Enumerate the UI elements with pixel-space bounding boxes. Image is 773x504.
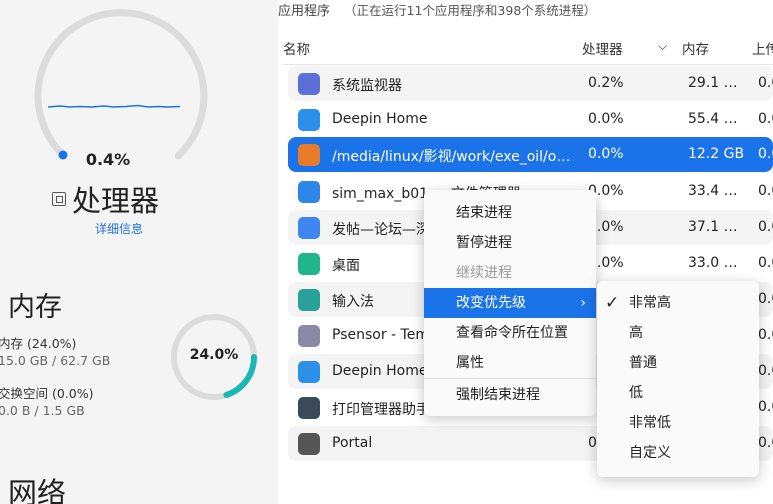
table-row[interactable]: Deepin Home 0.0% 55.4 … 0.0 xyxy=(288,102,773,137)
app-icon xyxy=(298,144,320,166)
process-upload: 0.0 xyxy=(758,219,773,235)
priority-very-low[interactable]: 非常低 xyxy=(597,408,759,438)
chevron-right-icon: › xyxy=(580,295,586,311)
priority-very-high-label: 非常高 xyxy=(629,295,671,311)
thermometer-icon xyxy=(298,325,320,347)
process-upload: 0.0 xyxy=(758,399,773,415)
process-upload: 0.0 xyxy=(758,255,773,271)
cpu-gauge xyxy=(34,9,257,400)
priority-very-high[interactable]: ✓ 非常高 xyxy=(597,288,759,318)
process-upload: 0.0 xyxy=(758,291,773,307)
process-name: /media/linux/影视/work/exe_oil/o… xyxy=(332,149,571,165)
checkmark-icon: ✓ xyxy=(605,293,620,313)
cpu-title-label: 处理器 xyxy=(72,184,160,218)
table-row[interactable]: /media/linux/影视/work/exe_oil/o… 0.0% 12.2 … xyxy=(288,137,773,172)
process-upload: 0.0 xyxy=(758,75,773,91)
process-upload: 0.0 xyxy=(758,146,773,162)
cpu-gauge-track xyxy=(34,9,208,160)
overview-panel: 0.4% 处理器 详细信息 内存 内存 (24.0%) 15.0 GB / 62… xyxy=(0,0,278,504)
process-memory: 37.1 … xyxy=(688,219,738,235)
process-cpu: 0.0% xyxy=(588,146,624,162)
cpu-percent: 0.4% xyxy=(85,150,131,169)
process-name: Portal xyxy=(332,435,373,451)
process-upload: 0.0 xyxy=(758,183,773,199)
process-memory: 29.1 … xyxy=(688,75,738,91)
process-header-title: 应用程序 xyxy=(278,4,331,19)
cpu-usage-line xyxy=(47,104,181,108)
input-method-icon xyxy=(298,289,320,311)
memory-label: 内存 (24.0%) xyxy=(0,336,77,351)
menu-item-pause-process[interactable]: 暂停进程 xyxy=(424,228,596,258)
file-manager-icon xyxy=(298,181,320,203)
process-memory: 12.2 GB xyxy=(688,146,745,162)
deepin-home-icon xyxy=(298,361,320,383)
menu-item-properties[interactable]: 属性 xyxy=(424,348,596,378)
monitor-icon xyxy=(298,73,320,95)
sort-chevron-icon[interactable]: ⌵ xyxy=(658,39,667,54)
cpu-chip-icon xyxy=(52,192,66,206)
process-memory: 33.0 … xyxy=(688,255,738,271)
process-memory: 55.4 … xyxy=(688,111,738,127)
swap-label: 交换空间 (0.0%) xyxy=(0,386,94,401)
process-upload: 0.0 xyxy=(758,363,773,379)
priority-normal[interactable]: 普通 xyxy=(597,348,759,378)
gear-icon xyxy=(298,433,320,455)
process-header-subtitle: （正在运行11个应用程序和398个系统进程） xyxy=(344,3,597,18)
column-header-upload[interactable]: 上传 xyxy=(752,38,773,58)
cpu-title: 处理器 xyxy=(52,178,159,220)
menu-item-force-kill[interactable]: 强制结束进程 xyxy=(424,380,596,410)
priority-low[interactable]: 低 xyxy=(597,378,759,408)
process-cpu: 0.2% xyxy=(588,75,624,91)
desktop-icon xyxy=(298,253,320,275)
menu-item-resume-process: 继续进程 xyxy=(456,265,512,281)
priority-custom[interactable]: 自定义 xyxy=(597,438,759,468)
browser-icon xyxy=(298,217,320,239)
menu-item-change-priority-label: 改变优先级 xyxy=(456,295,526,311)
process-upload: 0.0 xyxy=(758,111,773,127)
process-name: Deepin Home xyxy=(332,111,428,127)
memory-title: 内存 xyxy=(8,292,62,323)
menu-item-change-priority[interactable]: 改变优先级 › xyxy=(424,288,596,318)
column-header-memory[interactable]: 内存 xyxy=(682,38,709,58)
memory-usage: 15.0 GB / 62.7 GB xyxy=(0,353,111,368)
process-name: 系统监视器 xyxy=(332,78,402,94)
process-upload: 0.0 xyxy=(758,435,773,451)
swap-usage: 0.0 B / 1.5 GB xyxy=(0,403,85,418)
printer-icon xyxy=(298,397,320,419)
column-header-cpu[interactable]: 处理器 xyxy=(582,38,623,58)
menu-item-end-process[interactable]: 结束进程 xyxy=(424,198,596,228)
table-row[interactable]: 系统监视器 0.2% 29.1 … 0.0 xyxy=(288,66,773,101)
network-title: 网络 xyxy=(8,476,67,504)
context-menu: 结束进程 暂停进程 继续进程 改变优先级 › 查看命令所在位置 属性 强制结束进… xyxy=(424,190,596,416)
priority-submenu: ✓ 非常高 高 普通 低 非常低 自定义 xyxy=(597,281,759,477)
process-upload: 0.0 xyxy=(758,327,773,343)
process-cpu: 0.0% xyxy=(588,111,624,127)
process-header: 应用程序 （正在运行11个应用程序和398个系统进程） xyxy=(278,0,596,19)
column-divider xyxy=(282,64,773,65)
menu-divider xyxy=(424,378,596,379)
process-memory: 33.4 … xyxy=(688,183,738,199)
column-header-name[interactable]: 名称 xyxy=(283,38,310,58)
memory-ring-percent: 24.0% xyxy=(189,347,239,363)
details-link[interactable]: 详细信息 xyxy=(95,220,143,237)
deepin-home-icon xyxy=(298,109,320,131)
menu-item-open-command-location[interactable]: 查看命令所在位置 xyxy=(424,318,596,348)
priority-high[interactable]: 高 xyxy=(597,318,759,348)
